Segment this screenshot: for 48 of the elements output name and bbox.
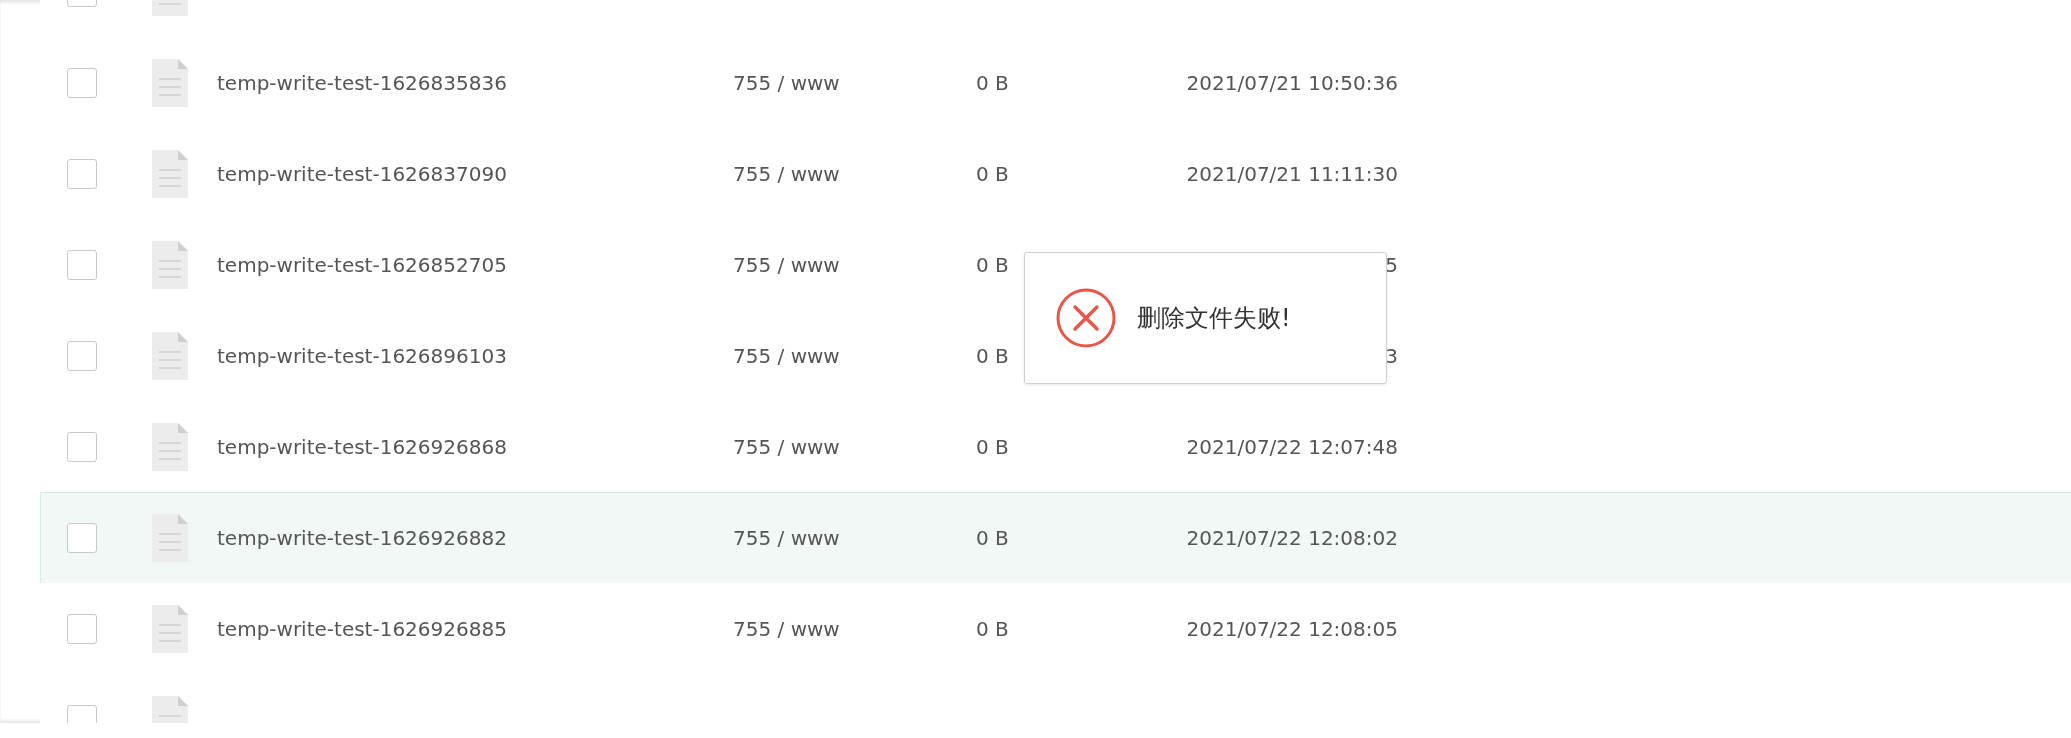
file-modified-time: 5 [1384,253,1398,277]
row-checkbox[interactable] [67,523,97,553]
file-permissions: 755 / www [733,162,841,186]
file-row[interactable]: temp-write-test-1626837090 755 / www 0 B 2021/07/21 11:11:30 [40,128,2071,220]
file-row[interactable]: temp-write-test-1626926868 755 / www 0 B 2021/07/22 12:07:48 [40,401,2071,493]
file-row[interactable]: temp-write-test-1626835836 755 / www 0 B 2021/07/21 10:50:36 [40,37,2071,129]
file-modified-time: 3 [1384,344,1398,368]
file-permissions: 755 / www [733,253,841,277]
file-name[interactable]: temp-write-test-1626852705 [217,253,733,277]
file-permissions: 755 / www [733,617,841,641]
file-icon [152,423,188,471]
file-modified-time: 2021/07/22 12:07:48 [1185,435,1398,459]
file-name[interactable]: temp-write-test-1626896103 [217,344,733,368]
file-permissions: 755 / www [733,435,841,459]
file-name[interactable]: temp-write-test-1626837090 [217,162,733,186]
file-icon [152,59,188,107]
file-icon [152,241,188,289]
row-checkbox[interactable] [67,341,97,371]
file-name[interactable]: temp-write-test-1626926882 [217,526,733,550]
row-checkbox[interactable] [67,432,97,462]
file-name[interactable]: temp-write-test-1626835836 [217,71,733,95]
row-checkbox[interactable] [67,159,97,189]
file-permissions: 755 / www [733,344,841,368]
toast-message: 删除文件失败! [1137,303,1291,334]
file-size: 0 B [976,71,1010,95]
file-row[interactable]: temp-write-test-1626926885 755 / www 0 B 2021/07/22 12:08:05 [40,583,2071,675]
row-checkbox[interactable] [67,250,97,280]
file-size: 0 B [976,162,1010,186]
file-modified-time: 2021/07/21 10:50:36 [1185,71,1398,95]
file-name[interactable]: temp-write-test-1626926868 [217,435,733,459]
file-modified-time: 2021/07/22 12:08:02 [1185,526,1398,550]
file-name[interactable]: temp-write-test-1626926885 [217,617,733,641]
file-icon [152,150,188,198]
file-icon [152,514,188,562]
file-size: 0 B [976,617,1010,641]
file-row[interactable]: temp-write-test-1626926882 755 / www 0 B 2021/07/22 12:08:02 [40,492,2071,584]
row-checkbox[interactable] [67,68,97,98]
file-modified-time: 2021/07/21 11:11:30 [1185,162,1398,186]
file-icon [152,332,188,380]
file-modified-time: 2021/07/22 12:08:05 [1185,617,1398,641]
file-size: 0 B [976,526,1010,550]
file-permissions: 755 / www [733,71,841,95]
file-permissions: 755 / www [733,526,841,550]
row-checkbox[interactable] [67,614,97,644]
file-size: 0 B [976,435,1010,459]
file-size: 0 B [976,344,1010,368]
file-size: 0 B [976,253,1010,277]
file-icon [152,605,188,653]
